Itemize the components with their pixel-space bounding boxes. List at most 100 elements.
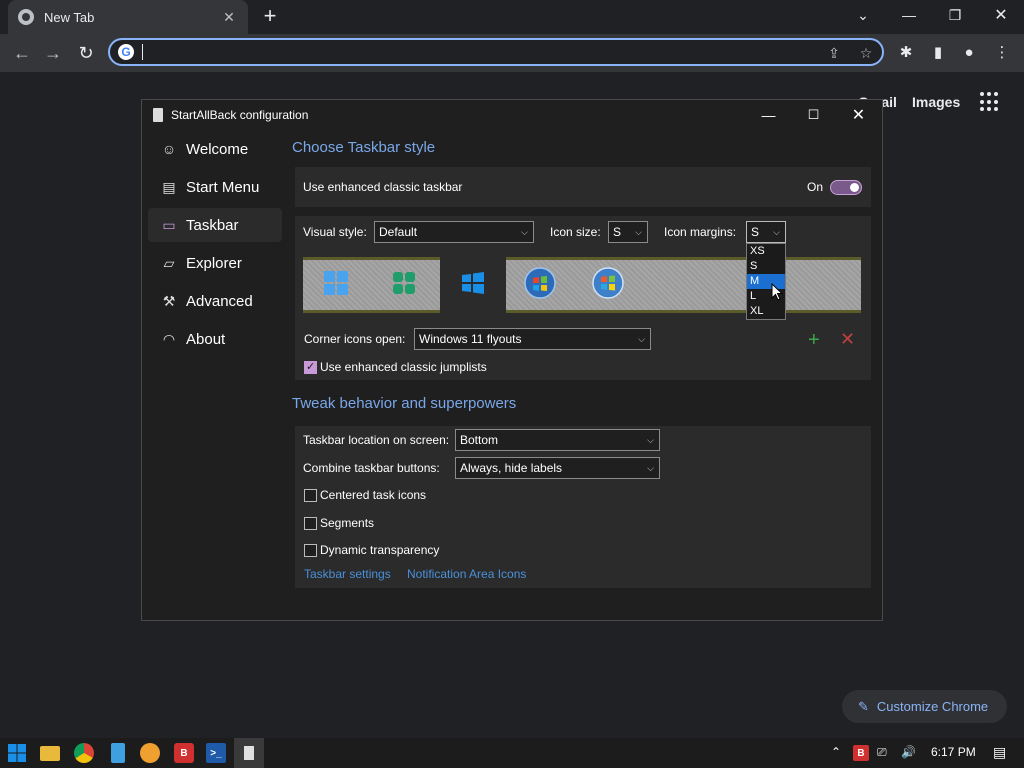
clock-app-icon[interactable] (140, 743, 160, 763)
volume-icon[interactable]: 🔊 (901, 745, 916, 759)
google-icon: G (118, 44, 134, 60)
windows-start-icon[interactable] (7, 743, 27, 763)
window-maximize-icon[interactable]: ☐ (791, 100, 836, 130)
visual-style-label: Visual style: (303, 225, 367, 239)
enhanced-taskbar-toggle[interactable] (830, 180, 862, 195)
b-app-icon[interactable]: B (174, 743, 194, 763)
notepad-icon[interactable] (111, 743, 125, 763)
bookmark-star-icon[interactable]: ☆ (856, 43, 876, 63)
dropdown-option[interactable]: XS (747, 244, 785, 259)
smiley-icon: ☺ (161, 141, 177, 157)
sidebar-item-start-menu[interactable]: ▤ Start Menu (148, 170, 282, 204)
sidebar-item-label: Advanced (186, 292, 253, 310)
add-icon[interactable]: + (808, 329, 820, 352)
icon-margins-dropdown: XS S M L XL (746, 243, 786, 320)
images-link[interactable]: Images (912, 94, 960, 110)
sidebar-item-about[interactable]: ◠ About (148, 322, 282, 356)
combine-buttons-select[interactable]: Always, hide labels ⌵ (455, 457, 660, 479)
sidebar-item-label: About (186, 330, 226, 348)
tab-close-icon[interactable]: ✕ (220, 9, 238, 26)
reload-icon[interactable]: ↻ (75, 42, 97, 64)
forward-icon[interactable]: → (42, 42, 64, 64)
remove-icon[interactable]: ✕ (840, 329, 855, 350)
visual-style-select[interactable]: Default ⌵ (374, 221, 534, 243)
windows-10-style-icon[interactable] (456, 266, 490, 300)
close-window-icon[interactable]: ✕ (978, 0, 1024, 30)
transparency-checkbox[interactable] (304, 544, 317, 557)
icon-margins-label: Icon margins: (664, 225, 737, 239)
notification-center-icon[interactable]: ▤ (993, 744, 1006, 761)
centered-icons-checkbox[interactable] (304, 489, 317, 502)
chevron-down-icon: ⌵ (638, 334, 645, 344)
share-icon[interactable]: ⇪ (824, 43, 844, 63)
dropdown-option[interactable]: S (747, 259, 785, 274)
windows-taskbar: B >_ ⌃ B ⎚ 🔊 6:17 PM ▤ (0, 738, 1024, 768)
sidebar-item-explorer[interactable]: ▱ Explorer (148, 246, 282, 280)
chevron-down-icon: ⌵ (635, 227, 642, 237)
windows-7-style-icon[interactable] (523, 266, 557, 300)
icon-size-label: Icon size: (550, 225, 601, 239)
sidebar-item-label: Start Menu (186, 178, 260, 196)
customize-chrome-label: Customize Chrome (876, 699, 989, 714)
sidebar-item-label: Welcome (186, 140, 249, 158)
segments-checkbox[interactable] (304, 517, 317, 530)
corner-icons-select[interactable]: Windows 11 flyouts ⌵ (414, 328, 651, 350)
visual-style-value: Default (379, 225, 418, 239)
section-heading-tweaks: Tweak behavior and superpowers (292, 395, 517, 412)
profile-icon[interactable]: ● (958, 42, 980, 64)
transparency-label: Dynamic transparency (320, 543, 440, 557)
startallback-taskbar-button[interactable] (234, 738, 264, 768)
minimize-icon[interactable]: — (886, 0, 932, 30)
segments-label: Segments (320, 516, 375, 530)
jumplists-checkbox[interactable] (304, 360, 317, 374)
google-apps-icon[interactable] (980, 92, 1000, 112)
taskbar-location-select[interactable]: Bottom ⌵ (455, 429, 660, 451)
icon-size-value: S (613, 225, 622, 239)
clock-time[interactable]: 6:17 PM (931, 745, 976, 759)
restore-icon[interactable]: ❐ (932, 0, 978, 30)
dropdown-option[interactable]: XL (747, 304, 785, 319)
icon-margins-value: S (751, 225, 760, 239)
mouse-cursor-icon (771, 283, 783, 301)
customize-chrome-button[interactable]: ✎ Customize Chrome (842, 690, 1007, 723)
icon-size-select[interactable]: S ⌵ (608, 221, 648, 243)
startallback-app-icon (244, 746, 254, 760)
sidebar-item-advanced[interactable]: ⚒ Advanced (148, 284, 282, 318)
side-panel-icon[interactable]: ▮ (927, 42, 949, 64)
window-close-icon[interactable]: ✕ (836, 100, 881, 130)
jumplists-label: Use enhanced classic jumplists (320, 360, 487, 374)
powershell-icon[interactable]: >_ (206, 743, 226, 763)
corner-icons-label: Corner icons open: (304, 332, 406, 346)
toggle-state-label: On (807, 180, 824, 194)
window-title: StartAllBack configuration (171, 108, 309, 122)
notification-area-link[interactable]: Notification Area Icons (407, 567, 526, 581)
window-minimize-icon[interactable]: — (746, 100, 791, 130)
start-menu-icon: ▤ (162, 178, 176, 195)
startallback-window: StartAllBack configuration — ☐ ✕ ☺ Welco… (141, 99, 883, 621)
file-explorer-icon[interactable] (40, 746, 60, 761)
new-tab-button[interactable]: + (258, 4, 282, 30)
tab-new-tab[interactable]: New Tab ✕ (8, 0, 248, 34)
windows-vista-style-icon[interactable] (591, 266, 625, 300)
menu-kebab-icon[interactable]: ⋮ (991, 42, 1013, 64)
tray-chevron-up-icon[interactable]: ⌃ (831, 745, 841, 759)
back-icon[interactable]: ← (11, 42, 33, 64)
chrome-favicon-icon (18, 9, 34, 25)
sidebar-item-taskbar[interactable]: ▭ Taskbar (148, 208, 282, 242)
sidebar-item-welcome[interactable]: ☺ Welcome (148, 132, 282, 166)
network-icon[interactable]: ⎚ (877, 745, 887, 760)
tab-search-chevron-icon[interactable]: ⌄ (840, 0, 886, 30)
taskbar-icon: ▭ (162, 216, 176, 233)
tray-b-icon[interactable]: B (853, 745, 869, 761)
windows-8-style-icon[interactable] (387, 266, 421, 300)
omnibox[interactable]: G ⇪ ☆ (108, 38, 884, 66)
icon-margins-select[interactable]: S ⌵ (746, 221, 786, 243)
taskbar-settings-link[interactable]: Taskbar settings (304, 567, 391, 581)
chrome-icon[interactable] (74, 743, 94, 763)
extensions-icon[interactable]: ✱ (895, 42, 917, 64)
windows-11-style-icon[interactable] (319, 266, 353, 300)
text-caret (142, 44, 143, 60)
chevron-down-icon: ⌵ (647, 463, 654, 473)
sidebar: ☺ Welcome ▤ Start Menu ▭ Taskbar ▱ Explo… (148, 132, 282, 360)
sidebar-item-label: Taskbar (186, 216, 239, 234)
